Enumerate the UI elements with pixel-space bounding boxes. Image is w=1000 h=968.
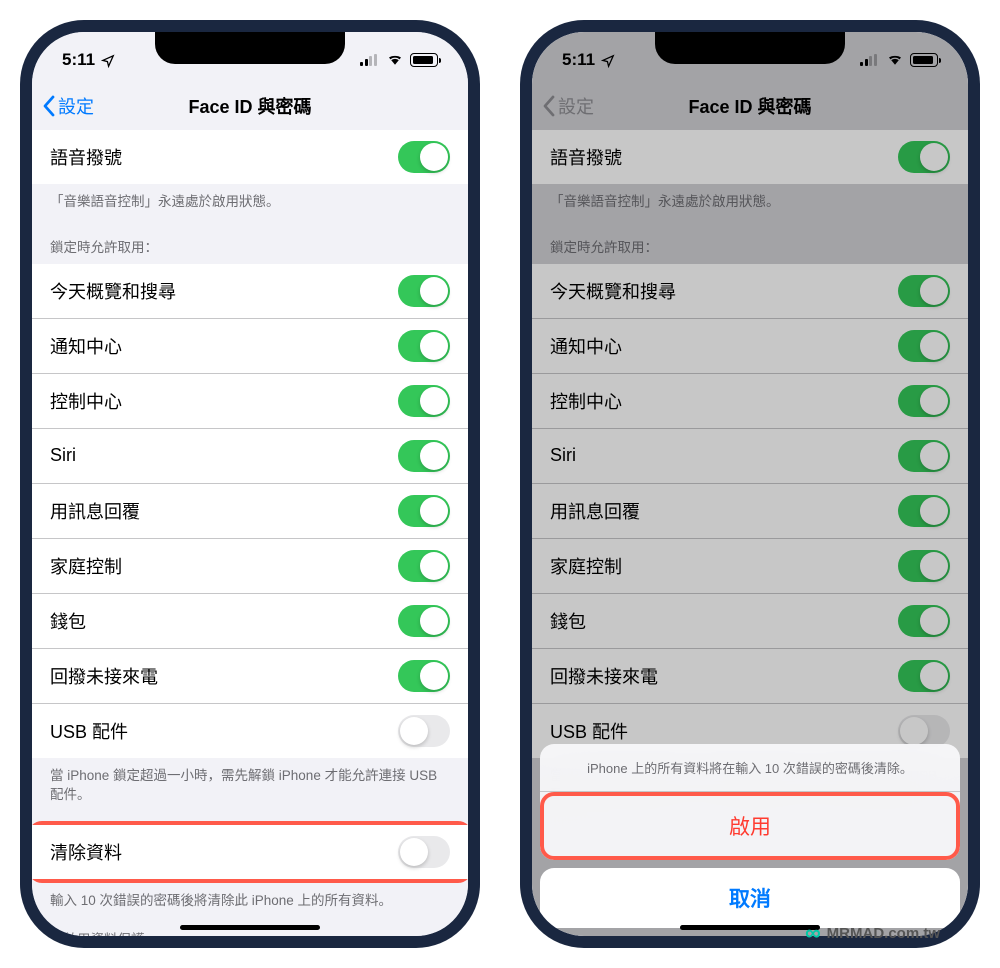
erase-label: 清除資料 — [50, 839, 122, 865]
cell-siri[interactable]: Siri — [32, 429, 468, 484]
sheet-cancel-button[interactable]: 取消 — [540, 868, 960, 928]
toggle-home[interactable] — [398, 550, 450, 582]
back-button[interactable]: 設定 — [42, 93, 94, 119]
cell-notifications[interactable]: 通知中心 — [32, 319, 468, 374]
action-sheet: iPhone 上的所有資料將在輸入 10 次錯誤的密碼後清除。 啟用 取消 — [540, 744, 960, 928]
toggle-wallet[interactable] — [398, 605, 450, 637]
locked-header: 鎖定時允許取用： — [32, 218, 468, 264]
sheet-message: iPhone 上的所有資料將在輸入 10 次錯誤的密碼後清除。 — [540, 744, 960, 792]
cell-wallet[interactable]: 錢包 — [32, 594, 468, 649]
locked-group: 今天概覽和搜尋 通知中心 控制中心 Siri 用訊息回覆 家庭控制 錢包 回撥未… — [32, 264, 468, 758]
cell-callback[interactable]: 回撥未接來電 — [32, 649, 468, 704]
notch — [155, 32, 345, 64]
erase-footer: 輸入 10 次錯誤的密碼後將清除此 iPhone 上的所有資料。 — [32, 883, 468, 917]
toggle-callback[interactable] — [398, 660, 450, 692]
sheet-enable-button[interactable]: 啟用 — [544, 796, 956, 856]
toggle-erase[interactable] — [398, 836, 450, 868]
watermark-logo-icon: ∞ — [805, 920, 821, 946]
toggle-control-center[interactable] — [398, 385, 450, 417]
back-label: 設定 — [58, 93, 94, 119]
cell-erase[interactable]: 清除資料 — [32, 825, 468, 879]
cell-reply[interactable]: 用訊息回覆 — [32, 484, 468, 539]
status-time: 5:11 — [62, 50, 95, 70]
usb-footer: 當 iPhone 鎖定超過一小時，需先解鎖 iPhone 才能允許連接 USB … — [32, 758, 468, 811]
toggle-notifications[interactable] — [398, 330, 450, 362]
home-indicator[interactable] — [180, 925, 320, 930]
cellular-icon — [360, 54, 380, 66]
toggle-siri[interactable] — [398, 440, 450, 472]
iphone-right: 5:11 設定 Face ID 與密碼 語音撥號 「音 — [520, 20, 980, 948]
toggle-voice-dial[interactable] — [398, 141, 450, 173]
erase-highlight: 清除資料 — [32, 821, 468, 883]
voice-footer: 「音樂語音控制」永遠處於啟用狀態。 — [32, 184, 468, 218]
cell-usb[interactable]: USB 配件 — [32, 704, 468, 758]
battery-icon — [410, 53, 438, 67]
cell-today[interactable]: 今天概覽和搜尋 — [32, 264, 468, 319]
toggle-usb[interactable] — [398, 715, 450, 747]
iphone-left: 5:11 設定 Face ID 與密碼 語音撥號 「音 — [20, 20, 480, 948]
cell-label: 語音撥號 — [50, 144, 122, 170]
home-indicator[interactable] — [680, 925, 820, 930]
cell-home[interactable]: 家庭控制 — [32, 539, 468, 594]
nav-bar: 設定 Face ID 與密碼 — [32, 82, 468, 130]
cell-voice-dial[interactable]: 語音撥號 — [32, 130, 468, 184]
watermark: ∞ MRMAD.com.tw — [805, 920, 940, 946]
toggle-reply[interactable] — [398, 495, 450, 527]
toggle-today[interactable] — [398, 275, 450, 307]
wifi-icon — [386, 50, 404, 70]
location-icon — [101, 53, 115, 67]
cell-control-center[interactable]: 控制中心 — [32, 374, 468, 429]
settings-scroll[interactable]: 語音撥號 「音樂語音控制」永遠處於啟用狀態。 鎖定時允許取用： 今天概覽和搜尋 … — [32, 130, 468, 936]
watermark-text: MRMAD.com.tw — [827, 925, 940, 942]
nav-title: Face ID 與密碼 — [188, 93, 311, 119]
